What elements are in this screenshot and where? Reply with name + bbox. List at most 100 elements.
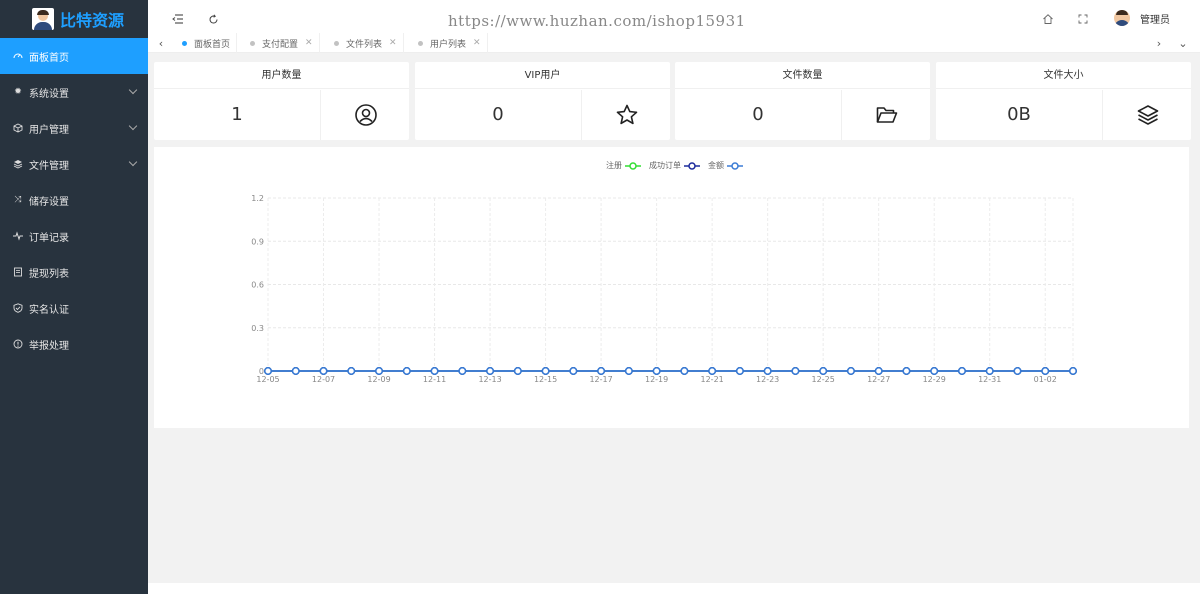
chevron-down-icon[interactable]: ⌄ (1176, 36, 1190, 50)
sidebar-item-label: 储存设置 (29, 196, 69, 208)
x-tick-label: 12-17 (589, 375, 612, 384)
data-point (458, 367, 467, 375)
sidebar-item-label: 用户管理 (29, 124, 69, 136)
stat-value: 0B (936, 90, 1103, 140)
star-icon (583, 90, 670, 140)
x-tick-label: 12-11 (423, 375, 446, 384)
y-tick-label: 0.3 (251, 324, 264, 333)
fullscreen-icon[interactable] (1075, 11, 1091, 27)
tab-dot (418, 40, 423, 46)
tab-dot (250, 40, 255, 46)
stat-card-files: 文件数量 0 (675, 62, 930, 140)
x-tick-label: 12-21 (701, 375, 724, 384)
data-point (347, 367, 356, 375)
close-icon[interactable]: ✕ (473, 38, 481, 48)
stat-value: 0 (415, 90, 582, 140)
cube-icon (12, 122, 24, 134)
data-point (1013, 367, 1022, 375)
sidebar-item-dashboard[interactable]: 面板首页 (0, 38, 148, 74)
avatar (1114, 10, 1130, 26)
stat-card-vip: VIP用户 0 (415, 62, 670, 140)
line-chart: 00.30.60.91.212-05 12-07 12-09 12-11 12-13 12… (251, 194, 1077, 384)
data-point (375, 367, 383, 375)
sidebar-item-withdraw-list[interactable]: 提现列表 (0, 254, 148, 290)
x-tick-label: 12-07 (312, 375, 335, 384)
stat-card-file-size: 文件大小 0B (936, 62, 1191, 140)
sidebar-item-system-settings[interactable]: ✹ 系统设置 (0, 74, 148, 110)
chevron-down-icon (128, 157, 138, 167)
layers-icon (1104, 90, 1191, 140)
gear-icon: ✹ (14, 87, 22, 97)
data-point (819, 367, 828, 375)
data-point (513, 367, 522, 375)
menu-toggle-icon[interactable] (170, 11, 186, 27)
x-tick-label: 12-25 (812, 375, 835, 384)
stat-title: 用户数量 (154, 62, 409, 89)
data-point (735, 367, 744, 375)
data-point (763, 367, 772, 375)
sidebar-item-real-name-auth[interactable]: 实名认证 (0, 290, 148, 326)
sidebar-item-user-management[interactable]: 用户管理 (0, 110, 148, 146)
sidebar-item-label: 实名认证 (29, 304, 69, 316)
data-point (708, 367, 717, 375)
x-tick-label: 12-23 (756, 375, 779, 384)
logo-icon (32, 8, 54, 30)
refresh-icon[interactable] (205, 11, 221, 27)
stat-title: VIP用户 (415, 62, 670, 89)
sidebar-item-order-records[interactable]: 订单记录 (0, 218, 148, 254)
brand[interactable]: 比特资源 (0, 0, 148, 38)
y-tick-label: 0.6 (251, 281, 264, 290)
sidebar-item-file-management[interactable]: 文件管理 (0, 146, 148, 182)
tab-file-list[interactable]: 文件列表 ✕ (328, 33, 404, 53)
sidebar-item-report-handling[interactable]: 举报处理 (0, 326, 148, 362)
sidebar-menu: 面板首页 ✹ 系统设置 用户管理 文件管理 ⤨ 储存设置 订单记录 提现列表 实… (0, 38, 148, 362)
close-icon[interactable]: ✕ (389, 38, 397, 48)
x-tick-label: 01-02 (1034, 375, 1057, 384)
sidebar-item-label: 系统设置 (29, 88, 69, 100)
data-point (291, 367, 300, 375)
y-tick-label: 0.9 (251, 237, 264, 246)
chevron-left-icon[interactable]: ‹ (154, 36, 168, 50)
watermark-text: https://www.huzhan.com/ishop15931 (448, 12, 746, 30)
x-tick-label: 12-19 (645, 375, 668, 384)
tab-label: 支付配置 (262, 39, 299, 50)
data-point (541, 367, 550, 375)
x-tick-label: 12-13 (478, 375, 501, 384)
x-tick-label: 12-29 (923, 375, 946, 384)
shield-check-icon (12, 302, 24, 314)
stat-value: 1 (154, 90, 321, 140)
sidebar-item-label: 举报处理 (29, 340, 69, 352)
data-point (874, 367, 883, 375)
data-point (680, 367, 689, 375)
layers-icon (12, 158, 24, 170)
home-icon[interactable] (1040, 11, 1056, 27)
data-point (402, 367, 411, 375)
sidebar-item-label: 文件管理 (29, 160, 69, 172)
data-point (597, 367, 606, 375)
tab-bar: ‹ 面板首页 支付配置 ✕ 文件列表 ✕ 用户列表 ✕ › ⌄ (148, 33, 1200, 53)
data-point (902, 367, 911, 375)
tab-label: 用户列表 (430, 39, 467, 50)
tab-user-list[interactable]: 用户列表 ✕ (412, 33, 488, 53)
tab-payment-config[interactable]: 支付配置 ✕ (244, 33, 320, 53)
folder-open-icon (843, 90, 930, 140)
sidebar-item-storage-settings[interactable]: ⤨ 储存设置 (0, 182, 148, 218)
tab-label: 文件列表 (346, 39, 383, 50)
data-point (624, 367, 633, 375)
x-tick-label: 12-27 (867, 375, 890, 384)
user-circle-icon (322, 90, 409, 140)
data-point (1041, 367, 1050, 375)
y-tick-label: 1.2 (251, 194, 264, 203)
sidebar-item-label: 提现列表 (29, 268, 69, 280)
tab-dot (182, 40, 187, 46)
stat-value: 0 (675, 90, 842, 140)
tab-dot (334, 40, 339, 46)
chevron-down-icon (128, 85, 138, 95)
dashboard-icon (12, 50, 24, 62)
brand-title: 比特资源 (60, 11, 125, 30)
close-icon[interactable]: ✕ (305, 38, 313, 48)
user-menu[interactable]: 管理员 (1114, 10, 1170, 26)
sidebar: 比特资源 面板首页 ✹ 系统设置 用户管理 文件管理 ⤨ 储存设置 订单记录 提… (0, 0, 148, 594)
tab-dashboard[interactable]: 面板首页 (176, 33, 238, 53)
chevron-right-icon[interactable]: › (1152, 36, 1166, 50)
